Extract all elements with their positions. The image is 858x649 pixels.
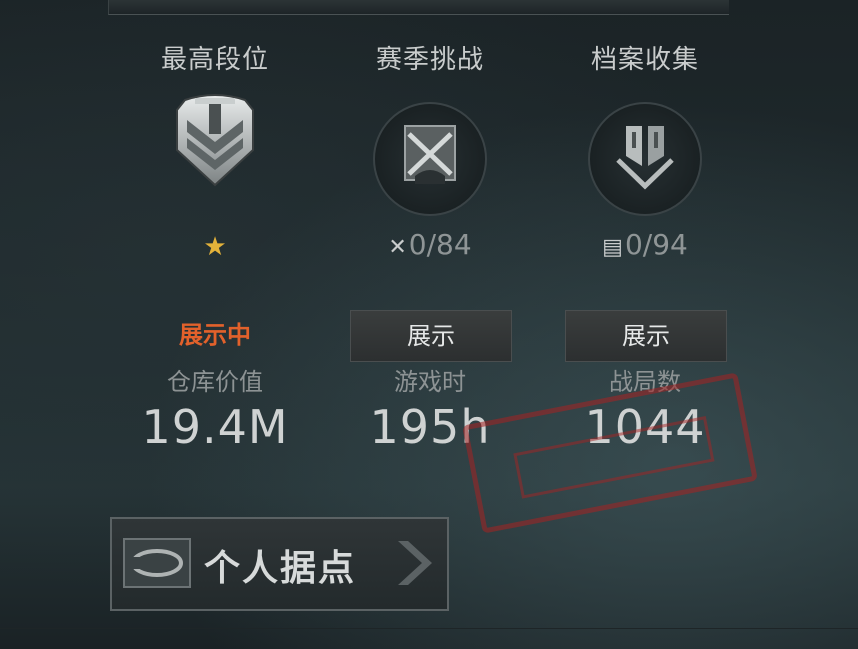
rank-showing-status: 展示中 bbox=[179, 321, 251, 349]
archive-progress: ▤0/94 bbox=[602, 228, 688, 261]
rank-badge-icon bbox=[176, 94, 254, 187]
bottom-divider bbox=[0, 628, 858, 629]
personal-base-label: 个人据点 bbox=[204, 548, 357, 589]
swords-small-icon: ✕ bbox=[388, 235, 407, 260]
season-title: 赛季挑战 bbox=[375, 45, 484, 75]
rank-star-icon: ★ bbox=[203, 232, 227, 262]
personal-base-button[interactable]: 个人据点 bbox=[110, 517, 449, 611]
stat-value: 19.4M bbox=[141, 400, 289, 454]
season-column: 赛季挑战 ✕0/84 展示 bbox=[330, 40, 530, 362]
chevron-right-icon bbox=[398, 541, 432, 585]
folder-badge-icon bbox=[616, 126, 674, 190]
rank-column: 最高段位 ★ 展示中 bbox=[115, 40, 315, 349]
stat-warehouse-value: 仓库价值 19.4M bbox=[115, 365, 315, 455]
season-show-button[interactable]: 展示 bbox=[350, 310, 512, 362]
rank-title: 最高段位 bbox=[160, 45, 269, 75]
stat-label: 仓库价值 bbox=[167, 368, 263, 396]
archive-column: 档案收集 ▤0/94 展示 bbox=[545, 40, 745, 362]
top-panel-edge bbox=[108, 0, 729, 15]
base-icon bbox=[123, 538, 191, 588]
archive-emblem-frame bbox=[588, 102, 702, 216]
stat-label: 游戏时 bbox=[394, 368, 466, 396]
stamp-inner-frame bbox=[513, 416, 715, 499]
crossed-swords-icon bbox=[404, 125, 456, 184]
archive-title: 档案收集 bbox=[590, 45, 699, 75]
season-emblem-frame bbox=[373, 102, 487, 216]
archive-show-button[interactable]: 展示 bbox=[565, 310, 727, 362]
document-small-icon: ▤ bbox=[602, 235, 623, 260]
season-progress: ✕0/84 bbox=[388, 228, 472, 261]
